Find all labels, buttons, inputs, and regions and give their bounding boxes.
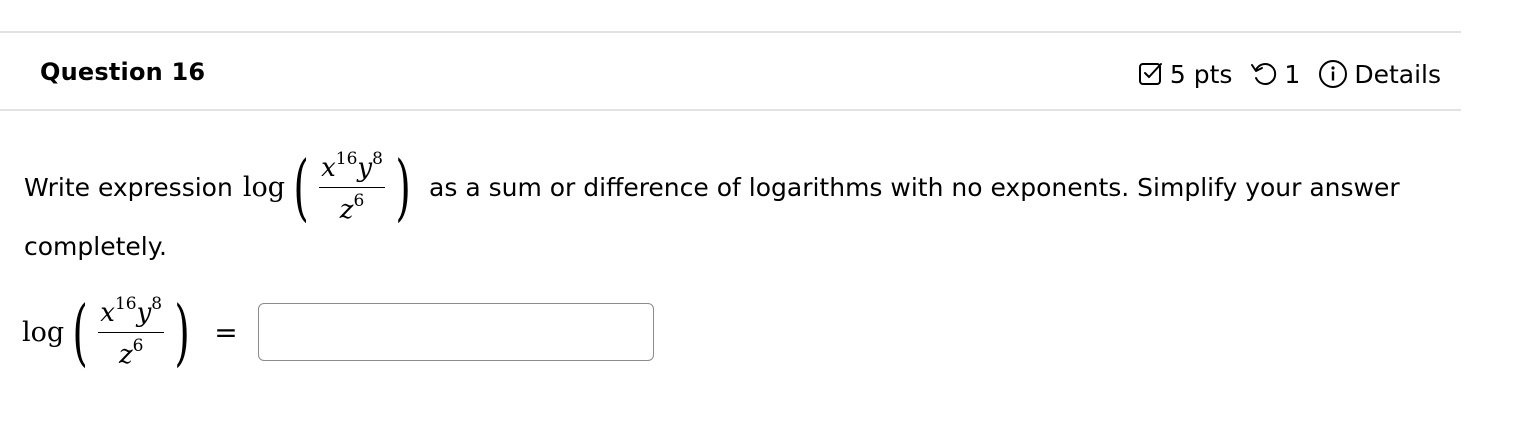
prompt-prefix: Write expression — [24, 172, 233, 202]
equals-sign: = — [214, 315, 238, 349]
details-link[interactable]: Details — [1354, 60, 1441, 89]
fraction: x16y8 z6 — [98, 294, 165, 371]
answer-input[interactable] — [257, 303, 654, 362]
info-icon[interactable] — [1318, 59, 1348, 89]
answer-log-expression: log ( x16y8 z6 ) — [22, 295, 196, 370]
question-prompt: Write expression log ( x16y8 z6 ) as a s… — [24, 150, 1400, 225]
checkbox-icon — [1138, 61, 1164, 87]
question-header: Question 16 5 pts 1 Details — [0, 33, 1461, 111]
fraction: x16y8 z6 — [319, 150, 385, 225]
fraction-bar — [319, 186, 385, 189]
right-paren: ) — [174, 290, 190, 375]
numerator: x16y8 — [100, 294, 163, 328]
right-paren: ) — [395, 145, 411, 230]
prompt-continuation: completely. — [24, 232, 167, 261]
numerator: x16y8 — [321, 149, 383, 183]
attempts-value: 1 — [1284, 59, 1301, 89]
log-label: log — [242, 171, 285, 203]
log-label: log — [22, 316, 65, 348]
question-title: Question 16 — [40, 58, 206, 86]
denominator: z6 — [118, 336, 144, 371]
left-paren: ( — [293, 145, 309, 230]
fraction-bar — [98, 331, 165, 334]
prompt-suffix: as a sum or difference of logarithms wit… — [429, 172, 1400, 202]
retry-icon — [1250, 61, 1278, 87]
points-value: 5 pts — [1169, 59, 1233, 89]
question-meta: 5 pts 1 Details — [1138, 59, 1441, 89]
denominator: z6 — [339, 191, 365, 226]
left-paren: ( — [72, 290, 88, 375]
answer-row: log ( x16y8 z6 ) = — [22, 295, 654, 370]
log-expression: log ( x16y8 z6 ) — [243, 150, 417, 225]
